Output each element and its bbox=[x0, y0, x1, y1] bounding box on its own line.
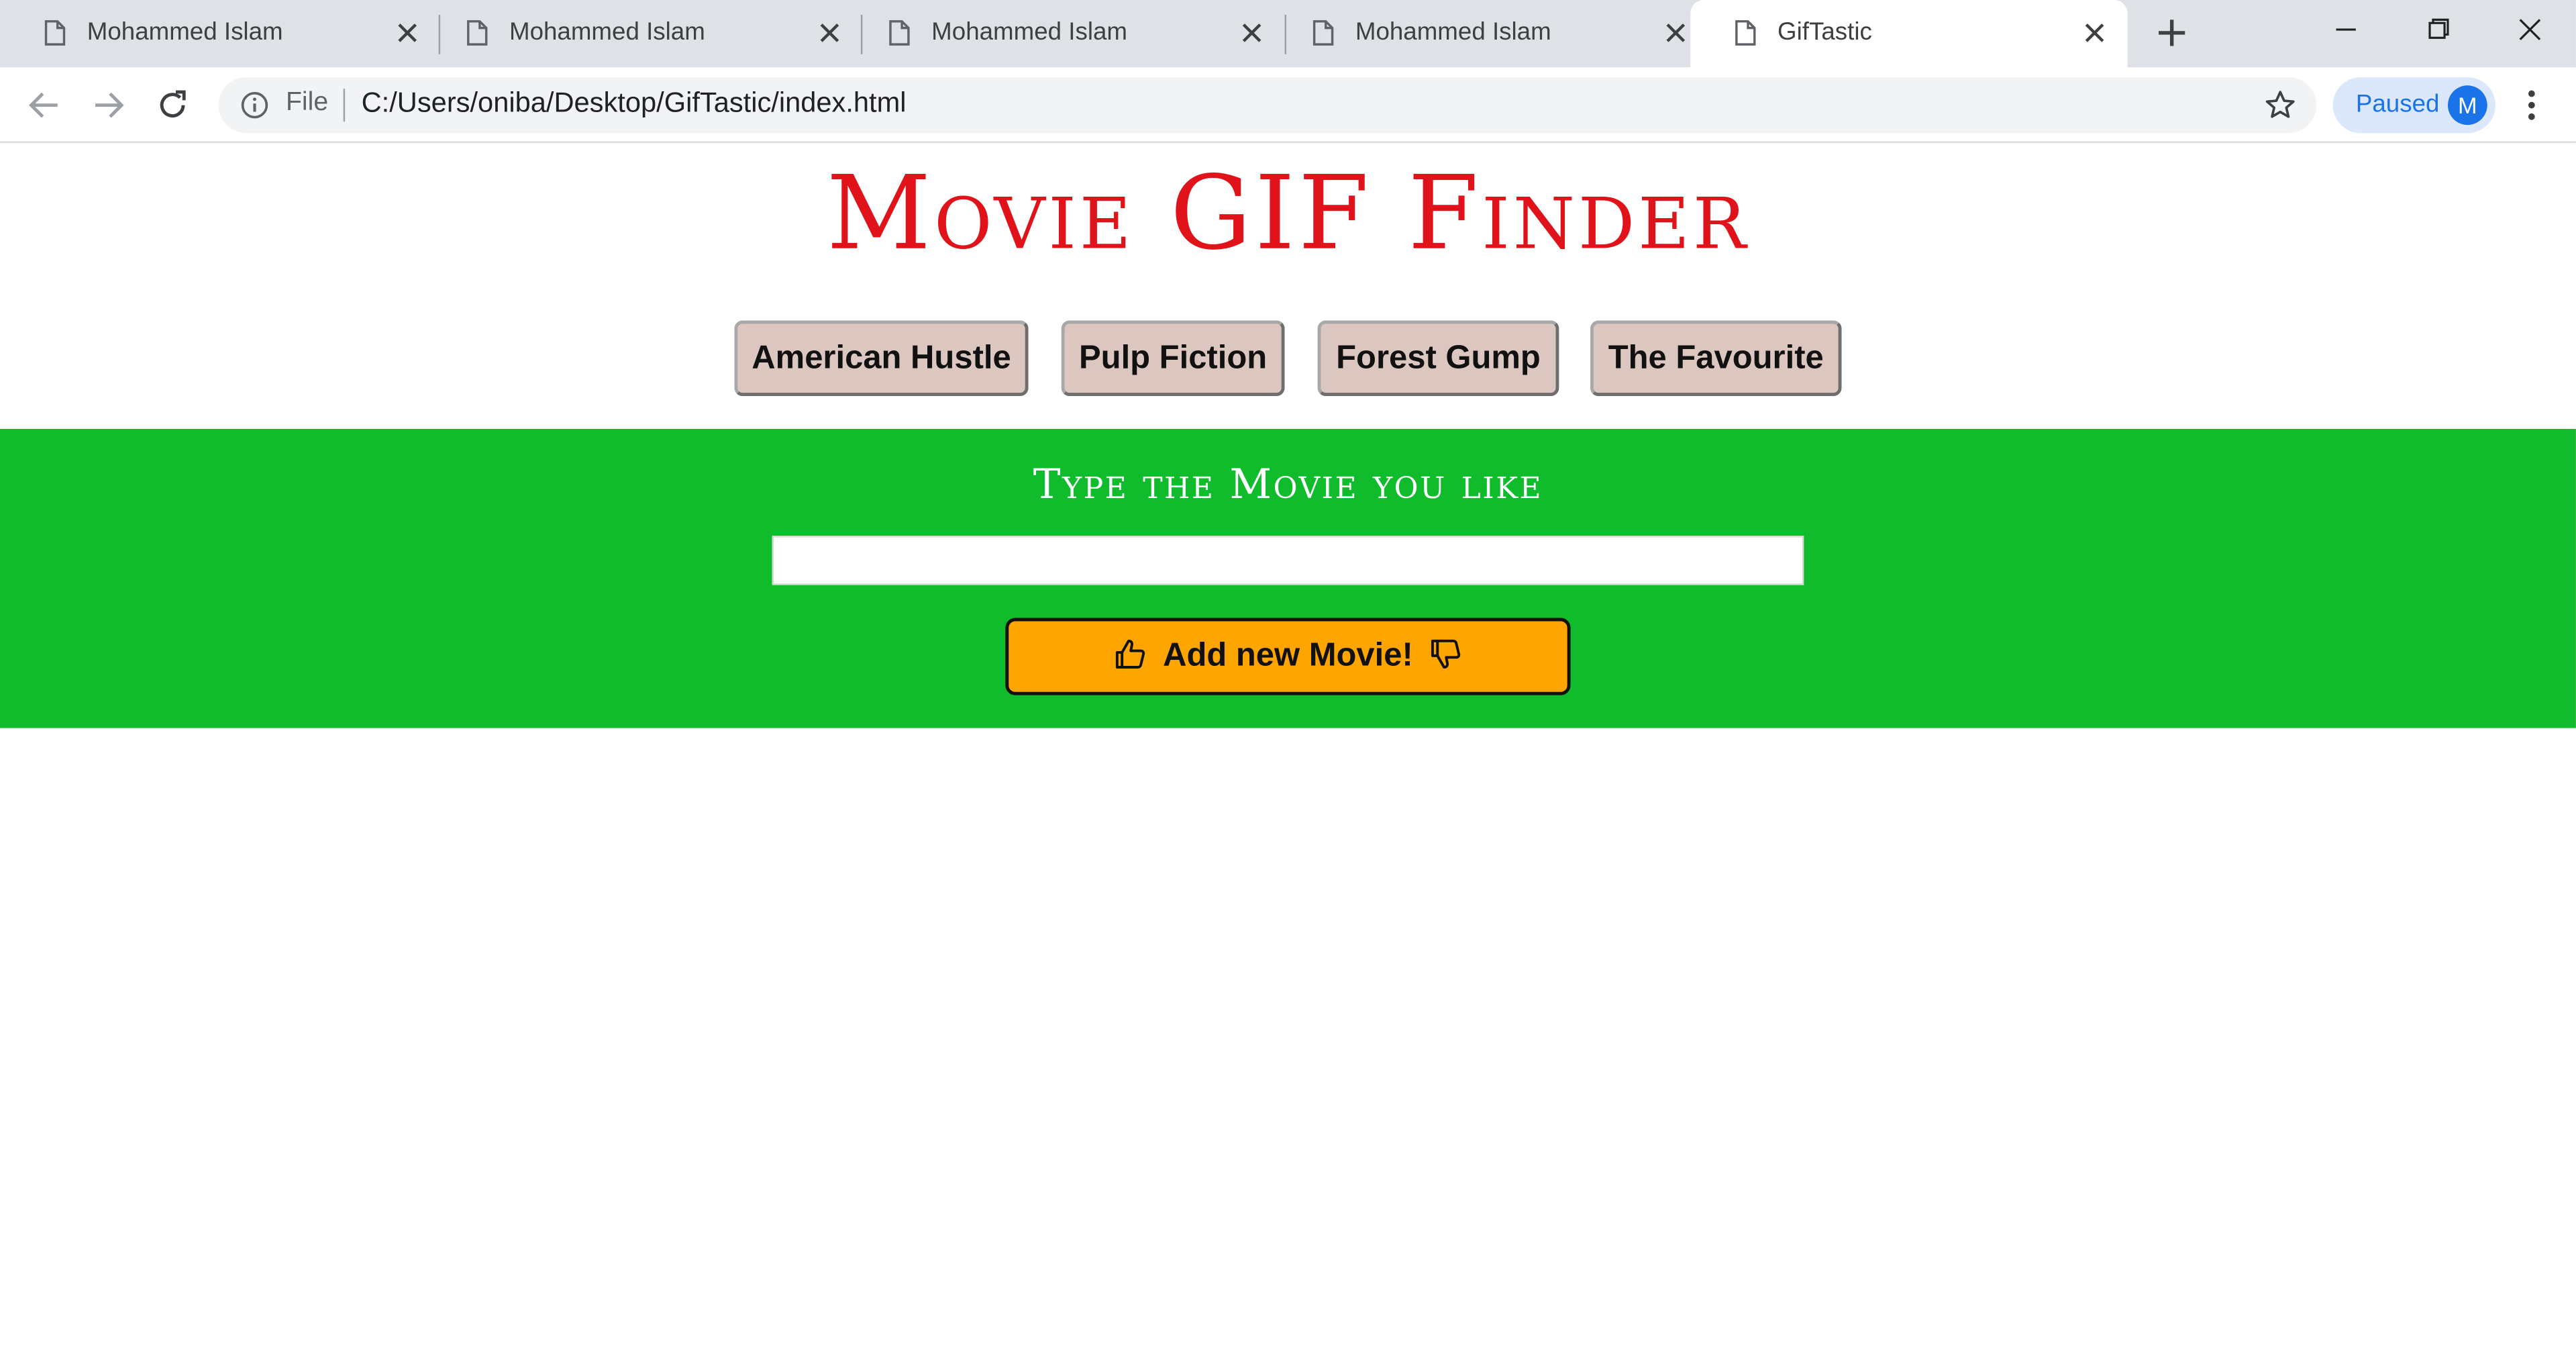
forward-arrow-icon[interactable] bbox=[91, 87, 127, 124]
info-icon[interactable] bbox=[240, 91, 269, 120]
add-movie-button[interactable]: Add new Movie! bbox=[1005, 618, 1571, 695]
url-text[interactable]: C:/Users/oniba/Desktop/GifTastic/index.h… bbox=[362, 87, 907, 120]
browser-tab[interactable]: Mohammed Islam bbox=[844, 0, 1266, 67]
close-icon[interactable] bbox=[1664, 21, 1687, 44]
browser-tab[interactable]: Mohammed Islam bbox=[0, 0, 422, 67]
bookmark-star-icon[interactable] bbox=[2264, 89, 2297, 121]
new-tab-icon[interactable] bbox=[2152, 13, 2192, 53]
profile-button[interactable]: Paused M bbox=[2332, 77, 2495, 134]
address-divider bbox=[343, 89, 346, 122]
add-button-label: Add new Movie! bbox=[1163, 638, 1413, 675]
search-heading: Type the Movie you like bbox=[1033, 460, 1543, 508]
movie-button-forest-gump[interactable]: Forest Gump bbox=[1317, 320, 1559, 397]
document-icon bbox=[889, 20, 910, 46]
document-icon bbox=[467, 20, 488, 46]
close-icon[interactable] bbox=[396, 21, 419, 44]
page-title: Movie GIF Finder bbox=[826, 152, 1750, 273]
browser-window: Mohammed Islam Mohammed Islam Mohammed I… bbox=[0, 0, 2576, 1366]
document-icon bbox=[1735, 20, 1756, 46]
tab-title: GifTastic bbox=[1778, 17, 1872, 46]
close-icon[interactable] bbox=[818, 21, 841, 44]
browser-tab[interactable]: Mohammed Islam bbox=[1268, 0, 1690, 67]
close-icon[interactable] bbox=[2083, 21, 2106, 44]
minimize-icon[interactable] bbox=[2323, 10, 2369, 50]
sync-status: Paused bbox=[2355, 90, 2440, 119]
address-bar[interactable]: File C:/Users/oniba/Desktop/GifTastic/in… bbox=[218, 77, 2317, 134]
document-icon bbox=[44, 20, 66, 46]
back-arrow-icon[interactable] bbox=[26, 87, 62, 124]
tab-strip: Mohammed Islam Mohammed Islam Mohammed I… bbox=[0, 0, 2576, 69]
thumbs-up-icon bbox=[1116, 639, 1145, 669]
movie-button-row: American Hustle Pulp Fiction Forest Gump… bbox=[0, 320, 2576, 399]
browser-tab-active[interactable]: GifTastic bbox=[1690, 0, 2128, 69]
more-menu-icon[interactable] bbox=[2515, 87, 2548, 124]
search-panel: Type the Movie you like Add new Movie! bbox=[0, 429, 2576, 728]
restore-icon[interactable] bbox=[2415, 10, 2461, 50]
browser-toolbar: File C:/Users/oniba/Desktop/GifTastic/in… bbox=[0, 67, 2576, 144]
close-icon[interactable] bbox=[1240, 21, 1263, 44]
avatar: M bbox=[2447, 85, 2487, 126]
movie-button-american-hustle[interactable]: American Hustle bbox=[734, 320, 1029, 397]
thumbs-down-icon bbox=[1431, 639, 1460, 669]
movie-button-pulp-fiction[interactable]: Pulp Fiction bbox=[1061, 320, 1285, 397]
document-icon bbox=[1312, 20, 1334, 46]
tab-title: Mohammed Islam bbox=[509, 17, 705, 46]
reload-icon[interactable] bbox=[154, 87, 191, 124]
movie-search-input[interactable] bbox=[772, 536, 1804, 585]
page-content: Movie GIF Finder American Hustle Pulp Fi… bbox=[0, 143, 2576, 1366]
movie-button-the-favourite[interactable]: The Favourite bbox=[1590, 320, 1842, 397]
close-window-icon[interactable] bbox=[2507, 10, 2553, 50]
tab-title: Mohammed Islam bbox=[1355, 17, 1551, 46]
tab-title: Mohammed Islam bbox=[931, 17, 1128, 46]
browser-tab[interactable]: Mohammed Islam bbox=[422, 0, 844, 67]
tab-title: Mohammed Islam bbox=[87, 17, 283, 46]
scheme-label: File bbox=[286, 89, 329, 117]
